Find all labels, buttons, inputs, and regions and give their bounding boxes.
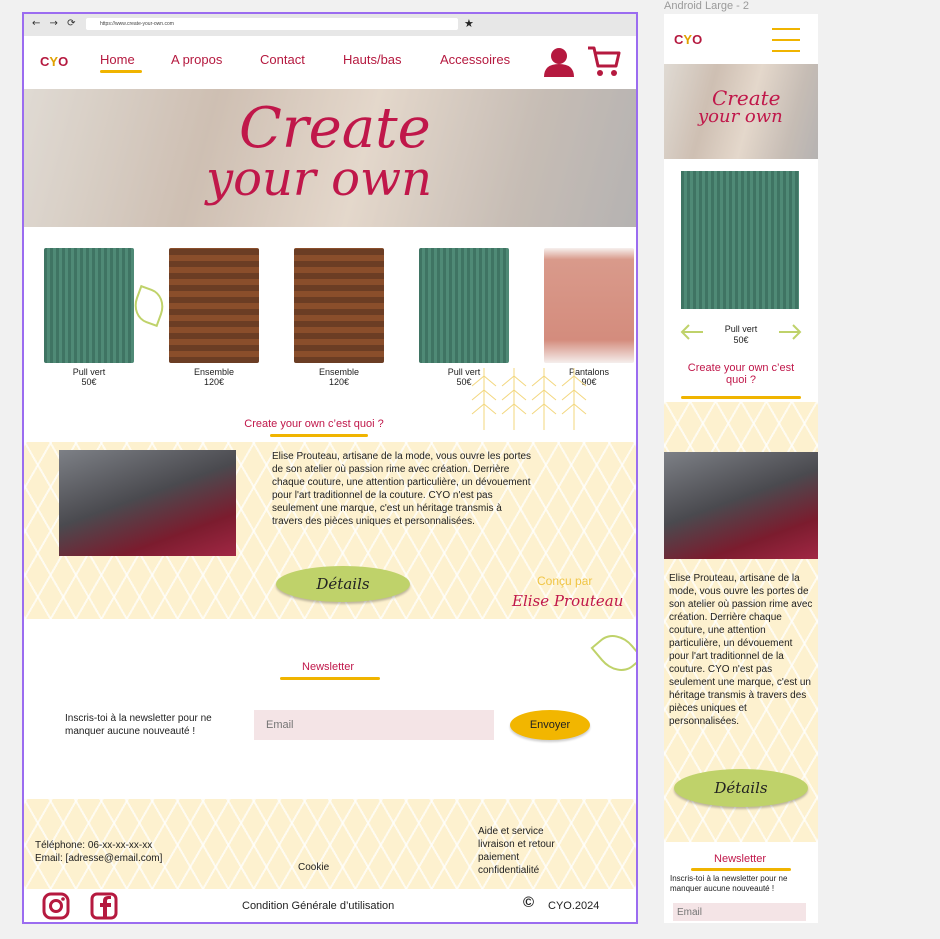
address-bar[interactable]: https://www.create-your-own.com [86,18,458,30]
product-image[interactable] [169,248,259,363]
mobile-newsletter-title: Newsletter [714,853,766,865]
mobile-newsletter-underline [691,868,791,871]
product-name: Pull vert [72,367,106,377]
newsletter-email-input[interactable] [254,710,494,740]
account-icon[interactable] [542,46,576,78]
facebook-icon[interactable] [90,892,118,920]
frame-label: Android Large - 2 [664,0,749,12]
product-card[interactable]: Ensemble 120€ [294,248,384,387]
hero-banner: Create your own [24,89,636,227]
newsletter-title: Newsletter [302,661,354,673]
footer-help-link[interactable]: Aide et service [478,826,544,838]
product-card[interactable]: Pull vert 50€ [44,248,134,387]
mobile-atelier-photo [664,452,818,559]
product-image[interactable] [544,248,634,363]
logo[interactable]: CYO [40,54,68,69]
newsletter-submit-button[interactable]: Envoyer [510,710,590,740]
nav-hauts-bas[interactable]: Hauts/bas [343,52,402,67]
details-button[interactable]: Détails [276,566,410,602]
product-image[interactable] [294,248,384,363]
mobile-logo[interactable]: CYO [674,32,702,47]
product-image[interactable] [44,248,134,363]
footer-copyright: CYO.2024 [548,900,600,912]
leaf-decoration [129,284,169,328]
product-name: Ensemble [318,367,360,377]
copyright-icon: © [523,894,535,911]
footer-cgu-link[interactable]: Condition Générale d’utilisation [242,900,394,912]
footer-privacy-link[interactable]: confidentialité [478,865,539,877]
mobile-product-price: 50€ [733,335,749,345]
footer-cookie-link[interactable]: Cookie [298,862,329,874]
bookmark-star-icon[interactable]: ★ [464,17,474,30]
nav-a-propos[interactable]: A propos [171,52,222,67]
footer-phone: Téléphone: 06-xx-xx-xx-xx [35,840,153,851]
hamburger-menu-icon[interactable] [772,26,800,52]
atelier-photo [59,450,236,556]
product-name: Ensemble [193,367,235,377]
mobile-hero-line1: Create [712,86,781,110]
product-price: 120€ [203,377,225,387]
hero-title-line2: your own [206,151,433,207]
cart-icon[interactable] [586,44,622,78]
mobile-newsletter-text: Inscris-toi à la newsletter pour ne manq… [670,874,788,893]
nav-home[interactable]: Home [100,52,135,67]
nav-active-underline [100,70,142,73]
mobile-hero-line2: your own [698,106,783,127]
designer-signature: Elise Prouteau [512,592,624,610]
product-price: 50€ [81,377,97,387]
footer-payment-link[interactable]: paiement [478,852,519,864]
instagram-icon[interactable] [42,892,70,920]
desktop-frame: ← → ⟳ https://www.create-your-own.com ★ … [22,12,638,924]
about-text: Elise Prouteau, artisane de la mode, vou… [272,451,532,527]
mobile-product-name: Pull vert [724,324,758,334]
mobile-hero-banner: Create your own [664,64,818,159]
product-image[interactable] [419,248,509,363]
mobile-about-title: Create your own c’est quoi ? [687,362,795,386]
about-title: Create your own c’est quoi ? [244,418,384,430]
product-card[interactable]: Ensemble 120€ [169,248,259,387]
hero-title-line1: Create [239,96,431,161]
product-price: 120€ [328,377,350,387]
footer-email[interactable]: Email: [adresse@email.com] [35,853,162,865]
newsletter-underline [280,677,380,680]
mobile-product-image[interactable] [681,171,799,309]
leaf-decoration [590,625,636,681]
mobile-details-button[interactable]: Détails [674,769,808,807]
nav-accessoires[interactable]: Accessoires [440,52,510,67]
mobile-email-input[interactable] [673,903,806,921]
designed-by-label: Conçu par [537,574,593,588]
about-title-underline [270,434,368,437]
leaf-pattern-decoration [471,368,587,430]
footer-delivery-link[interactable]: livraison et retour [478,839,555,851]
mobile-about-text: Elise Prouteau, artisane de la mode, vou… [669,573,813,727]
browser-bar: ← → ⟳ https://www.create-your-own.com ★ [24,14,636,36]
mobile-frame: CYO Create your own Pull vert 50€ Create… [664,14,818,923]
mobile-about-underline [681,396,801,399]
browser-nav-buttons[interactable]: ← → ⟳ [32,18,79,29]
nav-contact[interactable]: Contact [260,52,305,67]
newsletter-text: Inscris-toi à la newsletter pour ne manq… [65,713,212,737]
